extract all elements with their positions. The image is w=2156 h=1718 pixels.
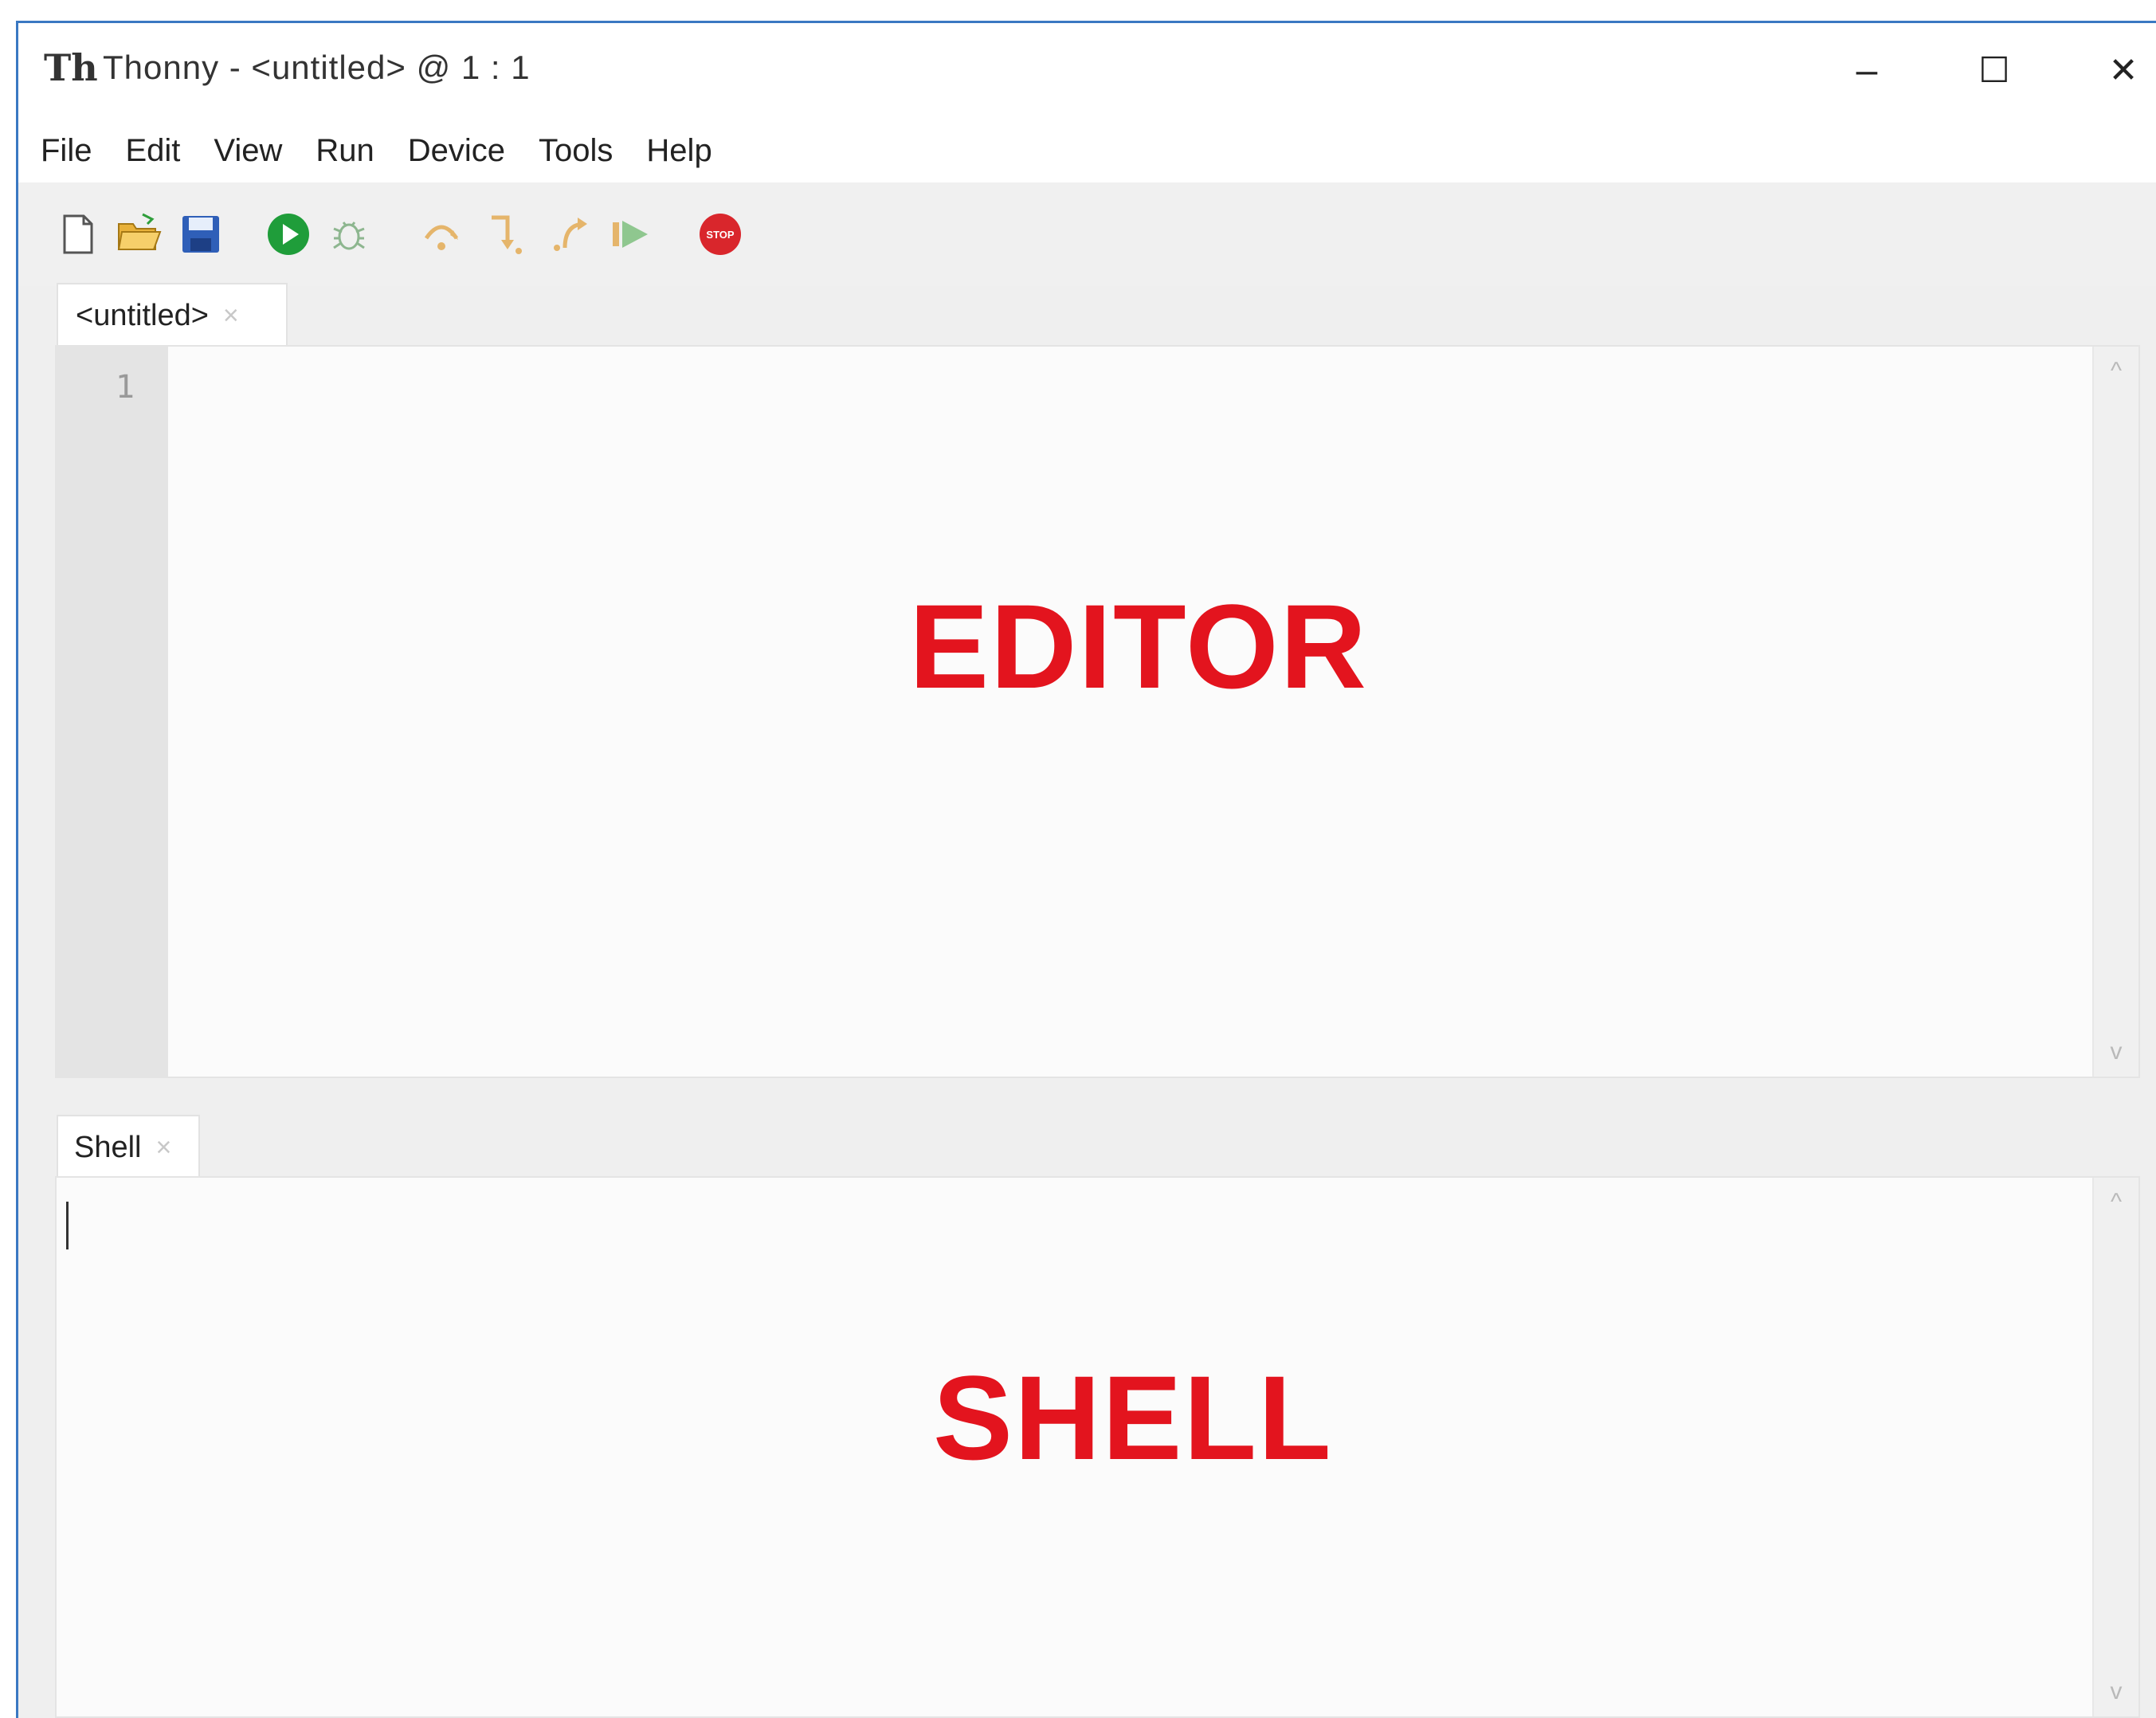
editor-overlay-label: EDITOR <box>909 579 1368 713</box>
close-button[interactable]: ✕ <box>2076 42 2156 98</box>
minimize-button[interactable]: – <box>1819 42 1915 98</box>
scroll-down-icon[interactable]: v <box>2094 1678 2138 1705</box>
title-bar[interactable]: Th Thonny - <untitled> @ 1 : 1 – ☐ ✕ <box>18 23 2156 119</box>
tab-shell-label: Shell <box>74 1130 142 1164</box>
window-title: Thonny - <untitled> @ 1 : 1 <box>103 49 531 86</box>
resume-icon[interactable] <box>608 211 654 257</box>
menu-help[interactable]: Help <box>635 123 723 178</box>
tab-shell-close-icon[interactable]: × <box>156 1132 172 1163</box>
menu-run[interactable]: Run <box>304 123 385 178</box>
save-icon[interactable] <box>178 211 224 257</box>
thonny-window: Th Thonny - <untitled> @ 1 : 1 – ☐ ✕ Fil… <box>16 21 2156 1718</box>
scroll-up-icon[interactable]: ^ <box>2094 358 2138 385</box>
editor-scrollbar[interactable]: ^ v <box>2092 347 2138 1077</box>
toolbar: STOP <box>18 182 2156 286</box>
scroll-up-icon[interactable]: ^ <box>2094 1189 2138 1216</box>
stop-icon-label: STOP <box>706 229 734 241</box>
menu-view[interactable]: View <box>202 123 293 178</box>
editor-panel[interactable]: 1 EDITOR ^ v <box>55 345 2140 1078</box>
menu-tools[interactable]: Tools <box>527 123 624 178</box>
tab-untitled-label: <untitled> <box>76 298 209 332</box>
line-number: 1 <box>115 369 135 406</box>
new-file-icon[interactable] <box>55 211 101 257</box>
open-folder-icon[interactable] <box>116 211 162 257</box>
menu-edit[interactable]: Edit <box>114 123 191 178</box>
menu-bar: File Edit View Run Device Tools Help <box>18 119 2156 182</box>
line-number-gutter: 1 <box>57 347 168 1077</box>
step-over-icon[interactable] <box>418 211 465 257</box>
shell-panel[interactable]: SHELL ^ v <box>55 1176 2140 1718</box>
step-into-icon[interactable] <box>480 211 527 257</box>
step-out-icon[interactable] <box>547 211 594 257</box>
maximize-button[interactable]: ☐ <box>1946 42 2042 98</box>
tab-untitled[interactable]: <untitled> × <box>57 283 288 347</box>
menu-device[interactable]: Device <box>397 123 516 178</box>
run-icon[interactable] <box>265 211 312 257</box>
tab-untitled-close-icon[interactable]: × <box>223 300 239 331</box>
tab-shell[interactable]: Shell × <box>57 1115 200 1179</box>
text-cursor <box>66 1202 69 1249</box>
shell-scrollbar[interactable]: ^ v <box>2092 1178 2138 1716</box>
scroll-down-icon[interactable]: v <box>2094 1038 2138 1065</box>
menu-file[interactable]: File <box>29 123 103 178</box>
debug-icon[interactable] <box>326 211 372 257</box>
shell-overlay-label: SHELL <box>933 1351 1333 1485</box>
thonny-logo-icon: Th <box>44 46 98 89</box>
stop-icon[interactable]: STOP <box>697 211 743 257</box>
